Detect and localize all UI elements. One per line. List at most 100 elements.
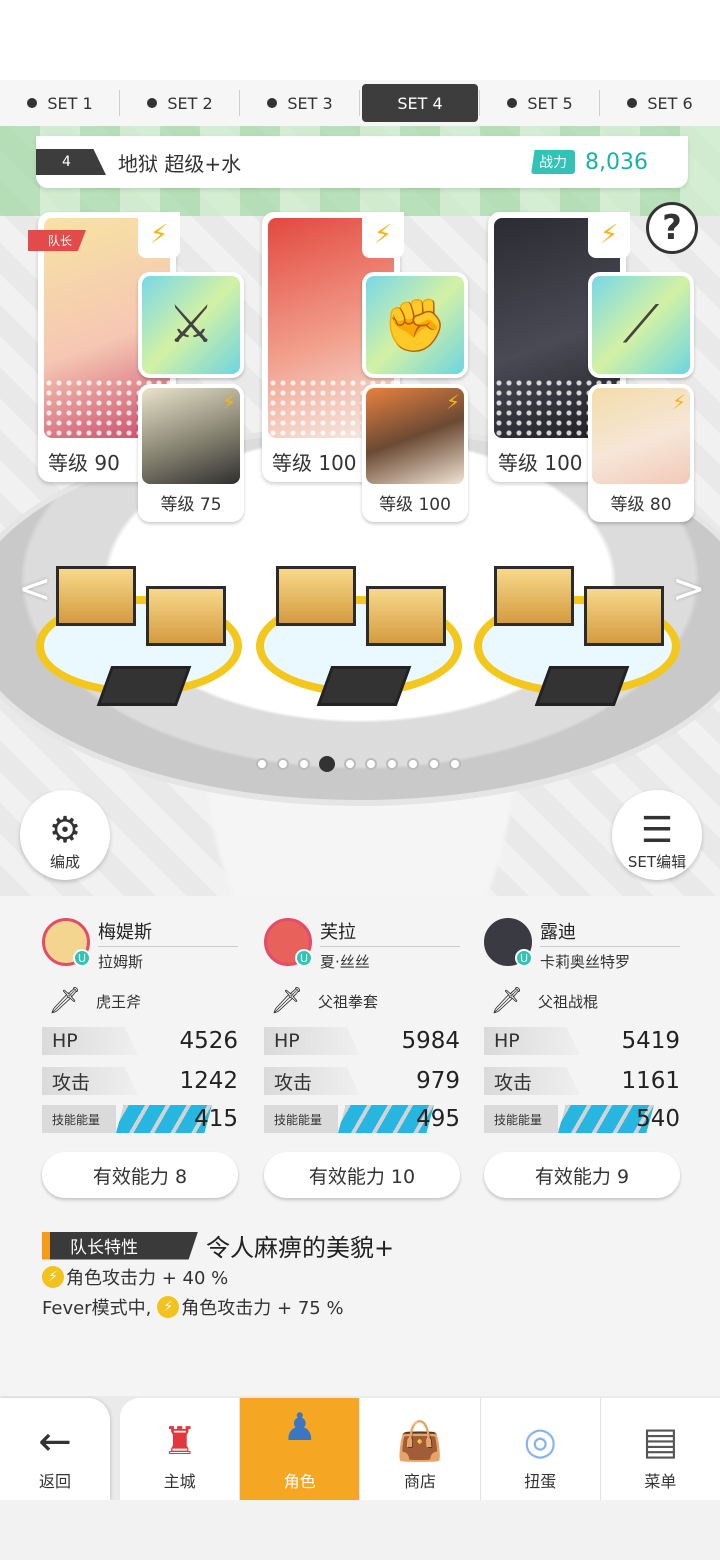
energy-value: 540: [636, 1106, 680, 1132]
page-dot[interactable]: [365, 758, 377, 770]
energy-stat: 技能能量 415: [42, 1104, 238, 1134]
character-card-2[interactable]: 等级 100 ⚡ ✊ ⚡ 等级 100: [262, 212, 468, 522]
tab-set-3[interactable]: SET 3: [239, 84, 358, 122]
attack-value: 1242: [179, 1068, 238, 1094]
avatar[interactable]: U: [42, 918, 91, 967]
nav-gacha[interactable]: ◎ 扭蛋: [479, 1398, 600, 1500]
weapon-slot[interactable]: ✊: [362, 272, 468, 378]
team-name: 地狱 超级+水: [118, 151, 242, 176]
character-level: 等级 100: [498, 447, 583, 476]
lightning-icon: ⚡: [588, 212, 630, 258]
sub-character-slot[interactable]: ⚡ 等级 75: [138, 384, 244, 522]
back-label: 返回: [38, 1472, 71, 1491]
footer-strip: [0, 1500, 720, 1560]
nav-home[interactable]: ♜ 主城: [120, 1398, 239, 1500]
formation-label: 编成: [49, 853, 80, 871]
character-level: 等级 100: [272, 447, 357, 476]
character-icon: ♟: [282, 1405, 317, 1449]
tab-label: SET 2: [167, 93, 213, 113]
energy-label: 技能能量: [264, 1105, 338, 1133]
page-dot[interactable]: [277, 758, 289, 770]
effective-ability-button[interactable]: 有效能力 8: [42, 1152, 238, 1198]
member-name: 梅媞斯: [98, 918, 238, 947]
page-dot[interactable]: [407, 758, 419, 770]
leader-skill: 队长特性 令人麻痹的美貌+: [42, 1228, 394, 1263]
formation-gear-icon: ⚙: [48, 810, 82, 851]
page-dot[interactable]: [386, 758, 398, 770]
nav-menu[interactable]: ▤ 菜单: [599, 1398, 720, 1500]
set-edit-button[interactable]: ☰ SET编辑: [612, 790, 702, 880]
tab-label: SET 3: [287, 93, 333, 113]
tab-set-6[interactable]: SET 6: [599, 84, 718, 122]
back-arrow-icon: ←: [38, 1419, 72, 1465]
attack-stat: 攻击 979: [264, 1066, 460, 1096]
weapon-row: 🗡 父祖战棍: [490, 986, 680, 1016]
page-dot[interactable]: [298, 758, 310, 770]
hp-value: 4526: [179, 1028, 238, 1054]
attack-stat: 攻击 1161: [484, 1066, 680, 1096]
attack-label: 攻击: [264, 1067, 360, 1095]
tab-set-4[interactable]: SET 4: [359, 84, 478, 122]
nav-label: 菜单: [644, 1472, 677, 1491]
status-area: [0, 0, 720, 80]
element-icon: U: [73, 949, 91, 967]
fever-prefix: Fever模式中,: [42, 1298, 152, 1319]
sub-character-slot[interactable]: ⚡ 等级 100: [362, 384, 468, 522]
avatar[interactable]: U: [484, 918, 533, 967]
leader-tag: 队长: [28, 230, 87, 251]
lightning-icon: ⚡: [221, 390, 236, 414]
member-column-1: U 梅媞斯 拉姆斯 🗡 虎王斧 HP 4526 攻击 1242 技能能量 415 有效能力…: [42, 918, 238, 1198]
list-icon: ☰: [640, 810, 674, 851]
effective-ability-button[interactable]: 有效能力 10: [264, 1152, 460, 1198]
sub-character-art: ⚡: [366, 388, 464, 484]
previous-arrow-icon[interactable]: <: [18, 566, 52, 612]
character-card-1[interactable]: 等级 90 队长 ⚡ ⚔ ⚡ 等级 75: [28, 212, 244, 522]
shop-bag-icon: 👜: [396, 1419, 444, 1463]
help-button[interactable]: ?: [646, 202, 698, 254]
tab-label: SET 1: [47, 93, 93, 113]
team-bar[interactable]: 4 地狱 超级+水 战力 8,036: [36, 136, 688, 188]
sub-character-level: 等级 100: [379, 495, 451, 515]
power-label: 战力: [531, 150, 576, 174]
weapon-row: 🗡 父祖拳套: [270, 986, 460, 1016]
nav-shop[interactable]: 👜 商店: [359, 1398, 479, 1500]
next-arrow-icon[interactable]: >: [672, 566, 706, 612]
page-dot[interactable]: [256, 758, 268, 770]
sub-character-art: ⚡: [592, 388, 690, 484]
leader-skill-name: 令人麻痹的美貌+: [206, 1234, 395, 1262]
lightning-icon: ⚡: [42, 1266, 64, 1288]
hp-stat: HP 4526: [42, 1026, 238, 1056]
energy-value: 415: [194, 1106, 238, 1132]
avatar[interactable]: U: [264, 918, 313, 967]
lightning-icon: ⚡: [362, 212, 404, 258]
tab-set-5[interactable]: SET 5: [479, 84, 598, 122]
weapon-slot[interactable]: ⚔: [138, 272, 244, 378]
team-number: 4: [36, 149, 106, 175]
attack-stat: 攻击 1242: [42, 1066, 238, 1096]
sub-character-slot[interactable]: ⚡ 等级 80: [588, 384, 694, 522]
character-card-3[interactable]: 等级 100 ⚡ ⟋ ⚡ 等级 80: [488, 212, 694, 522]
bottom-nav: ← 返回 ♜ 主城 ♟ 角色 👜 商店 ◎ 扭蛋 ▤ 菜单: [0, 1396, 720, 1500]
nav-character[interactable]: ♟ 角色: [239, 1398, 360, 1500]
back-button[interactable]: ← 返回: [0, 1398, 110, 1500]
tab-set-1[interactable]: SET 1: [2, 84, 118, 122]
energy-label: 技能能量: [484, 1105, 558, 1133]
power-value: 8,036: [585, 149, 648, 175]
page-dot[interactable]: [449, 758, 461, 770]
page-dot[interactable]: [319, 756, 335, 772]
page-dot[interactable]: [344, 758, 356, 770]
tab-set-2[interactable]: SET 2: [119, 84, 238, 122]
pedestal-block: [584, 586, 664, 646]
effective-ability-button[interactable]: 有效能力 9: [484, 1152, 680, 1198]
tab-label: SET 5: [527, 93, 573, 113]
attack-value: 1161: [621, 1068, 680, 1094]
party-scene: 4 地狱 超级+水 战力 8,036 ? 等级 90 队长 ⚡ ⚔ ⚡ 等级 7…: [0, 126, 720, 896]
page-dot[interactable]: [428, 758, 440, 770]
element-icon: U: [515, 949, 533, 967]
weapon-slot[interactable]: ⟋: [588, 272, 694, 378]
member-column-3: U 露迪 卡莉奥丝特罗 🗡 父祖战棍 HP 5419 攻击 1161 技能能量 540 有…: [484, 918, 680, 1198]
tab-label: SET 4: [397, 93, 443, 113]
member-header: U 芙拉 夏·丝丝: [264, 918, 460, 972]
formation-button[interactable]: ⚙ 编成: [20, 790, 110, 880]
lightning-icon: ⚡: [157, 1296, 180, 1318]
